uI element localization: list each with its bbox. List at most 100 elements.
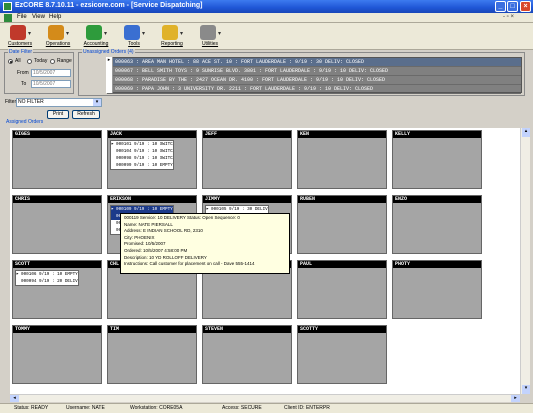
- status-username: Username: NATE: [66, 405, 105, 411]
- order-item[interactable]: 000105 9/19 : 30 DELIV: [206, 206, 268, 213]
- scroll-down-icon[interactable]: ▾: [522, 385, 530, 394]
- driver-panel[interactable]: KEN: [297, 130, 387, 189]
- order-item[interactable]: 000104 9/19 : 10 SWITC: [111, 148, 173, 155]
- unassigned-row[interactable]: 000068 : PARADISE BY THE : 2427 OCEAN DR…: [107, 76, 521, 85]
- toolbar-reporting-button[interactable]: ▾ Reporting: [154, 24, 190, 49]
- order-item[interactable]: 000099 9/19 : 10 EMPTY: [111, 162, 173, 169]
- toolbar-utilities-label: Utilities: [201, 41, 219, 47]
- to-date-field[interactable]: 10/5/2007: [31, 80, 71, 88]
- dropdown-arrow-icon: ▾: [180, 31, 184, 37]
- driver-panel[interactable]: PAUL: [297, 260, 387, 319]
- driver-panel[interactable]: SCOTTY: [297, 325, 387, 384]
- order-tooltip: 000119 Service: 10 DELIVERY Status: Open…: [120, 213, 290, 274]
- minimize-button[interactable]: _: [495, 1, 506, 12]
- menu-help[interactable]: Help: [49, 14, 61, 20]
- unassigned-orders-table[interactable]: 000063 : AREA MAN HOTEL : 88 ACE ST. 10 …: [106, 57, 522, 94]
- toolbar-utilities-button[interactable]: ▾ Utilities: [192, 24, 228, 49]
- order-item[interactable]: 000106 9/19 : 10 EMPTY: [16, 271, 78, 278]
- from-date-field[interactable]: 10/5/2007: [31, 69, 71, 77]
- order-item[interactable]: 000098 9/19 : 10 SWITC: [111, 155, 173, 162]
- dropdown-arrow-icon: ▾: [104, 31, 108, 37]
- dropdown-arrow-icon: ▾: [142, 31, 146, 37]
- driver-name: ENZO: [393, 196, 481, 203]
- maximize-button[interactable]: □: [507, 1, 518, 12]
- scroll-left-icon[interactable]: ◂: [10, 395, 19, 402]
- toolbar-customers-button[interactable]: ▾ Customers: [2, 24, 38, 49]
- status-client: Client ID: ENTERPR: [284, 405, 330, 411]
- driver-panel[interactable]: CHRIS: [12, 195, 102, 254]
- order-item[interactable]: 000094 9/19 : 20 DELIV: [16, 278, 78, 285]
- toolbar-accounting-button[interactable]: ▾ Accounting: [78, 24, 114, 49]
- driver-panel[interactable]: SCOTT 000106 9/19 : 10 EMPTY 000094 9/19…: [12, 260, 102, 319]
- status-access: Access: SECURE: [222, 405, 262, 411]
- reporting-icon: [162, 25, 178, 40]
- from-label: From: [17, 70, 29, 76]
- driver-name: KELLY: [393, 131, 481, 138]
- driver-panel[interactable]: GIGES: [12, 130, 102, 189]
- document-icon[interactable]: [4, 14, 12, 22]
- mdi-window-controls[interactable]: - ▫ ×: [503, 14, 514, 20]
- radio-range-label: Range: [57, 58, 72, 64]
- driver-panel[interactable]: STEVEN: [202, 325, 292, 384]
- window-title: EzCORE 8.7.10.11 - ezsicore.com - [Servi…: [15, 2, 203, 9]
- dropdown-arrow-icon: ▾: [66, 31, 70, 37]
- driver-name: JEFF: [203, 131, 291, 138]
- utilities-icon: [200, 25, 216, 40]
- driver-name: TOMMY: [13, 326, 101, 333]
- order-item[interactable]: 000109 9/19 : 10 EMPTY: [111, 206, 173, 213]
- toolbar-customers-label: Customers: [7, 41, 33, 47]
- driver-panel[interactable]: ENZO: [392, 195, 482, 254]
- driver-order-list[interactable]: 000106 9/19 : 10 EMPTY 000094 9/19 : 20 …: [15, 270, 79, 286]
- unassigned-row[interactable]: 000063 : AREA MAN HOTEL : 88 ACE ST. 10 …: [107, 58, 521, 67]
- tooltip-line: Ordered: 10/5/2007 4:58:00 PM: [124, 247, 188, 253]
- driver-panel[interactable]: KELLY: [392, 130, 482, 189]
- scroll-right-icon[interactable]: ▸: [511, 395, 520, 402]
- chevron-down-icon[interactable]: ▾: [93, 99, 101, 106]
- unassigned-row[interactable]: 000067 : BELL SMITH TOYS : 9 SUNRISE BLV…: [107, 67, 521, 76]
- driver-name: KEN: [298, 131, 386, 138]
- radio-today[interactable]: [27, 59, 32, 64]
- date-filter-legend: Date Filter: [8, 49, 34, 55]
- tooltip-line: City: PHOENIX: [124, 234, 155, 240]
- driver-panel[interactable]: JEFF: [202, 130, 292, 189]
- refresh-button[interactable]: Refresh: [72, 110, 100, 119]
- title-bar: EzCORE 8.7.10.11 - ezsicore.com - [Servi…: [0, 0, 533, 13]
- filter-select[interactable]: NO FILTER ▾: [16, 98, 102, 107]
- to-label: To: [21, 81, 27, 87]
- toolbar-reporting-label: Reporting: [161, 41, 183, 47]
- driver-order-list[interactable]: 000101 9/19 : 10 SWITC 000104 9/19 : 10 …: [110, 140, 174, 170]
- menu-bar: File View Help - ▫ ×: [0, 13, 533, 23]
- accounting-icon: [86, 25, 102, 40]
- dropdown-arrow-icon: ▾: [28, 31, 32, 37]
- driver-panel[interactable]: PHOTY: [392, 260, 482, 319]
- unassigned-row[interactable]: 000069 : PAPA JOHN : 3 UNIVERSITY DR. 22…: [107, 85, 521, 94]
- toolbar-operations-button[interactable]: ▾ Operations: [40, 24, 76, 49]
- tooltip-line: Name: NATE PIERSALL: [124, 221, 173, 227]
- driver-panel[interactable]: JACK 000101 9/19 : 10 SWITC 000104 9/19 …: [107, 130, 197, 189]
- close-button[interactable]: ×: [520, 1, 531, 12]
- order-item[interactable]: 000101 9/19 : 10 SWITC: [111, 141, 173, 148]
- menu-view[interactable]: View: [32, 14, 45, 20]
- filter-label: Filter: [5, 99, 17, 105]
- toolbar-tools-button[interactable]: ▾ Tools: [116, 24, 152, 49]
- driver-name: PHOTY: [393, 261, 481, 268]
- radio-all-label: All: [15, 58, 21, 64]
- horizontal-scrollbar[interactable]: ◂ ▸: [10, 394, 520, 402]
- menu-file[interactable]: File: [17, 14, 27, 20]
- scroll-up-icon[interactable]: ▴: [522, 128, 530, 137]
- radio-range[interactable]: [50, 59, 55, 64]
- status-bar: Status: READY Username: NATE Workstation…: [0, 403, 533, 413]
- driver-name: ERIKSON: [108, 196, 196, 203]
- tooltip-line: Description: 10 YD ROLLOFF DELIVERY: [124, 254, 207, 260]
- tools-icon: [124, 25, 140, 40]
- tooltip-line: Promised: 10/5/2007: [124, 241, 166, 247]
- dropdown-arrow-icon: ▾: [218, 31, 222, 37]
- status-workstation: Workstation: CORE05A: [130, 405, 183, 411]
- vertical-scrollbar[interactable]: ▴ ▾: [520, 128, 530, 394]
- driver-panel[interactable]: TOMMY: [12, 325, 102, 384]
- print-button[interactable]: Print: [47, 110, 69, 119]
- radio-all[interactable]: [8, 59, 13, 64]
- driver-panel[interactable]: RUBEN: [297, 195, 387, 254]
- driver-panel[interactable]: TIM: [107, 325, 197, 384]
- driver-name: TIM: [108, 326, 196, 333]
